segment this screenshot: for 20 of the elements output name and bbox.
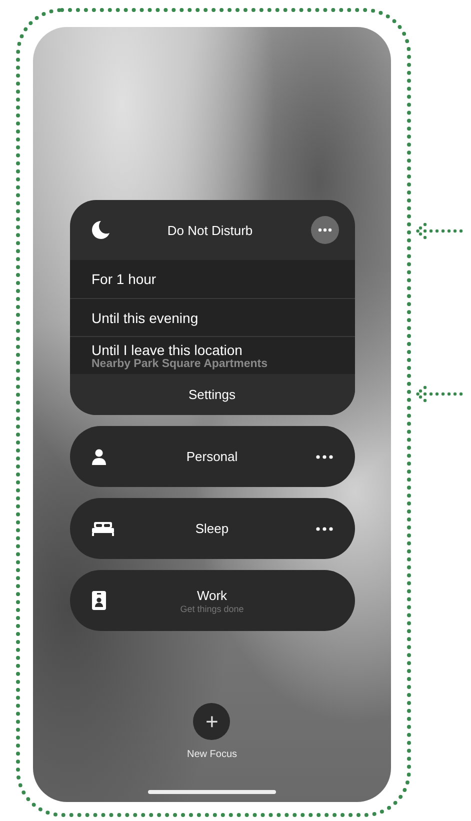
- add-button[interactable]: +: [193, 703, 230, 740]
- focus-mode-button[interactable]: Sleep: [70, 498, 354, 559]
- more-button[interactable]: [310, 216, 338, 244]
- focus-title: Do Not Disturb: [166, 222, 254, 238]
- new-focus-label: New Focus: [186, 749, 237, 760]
- focus-subtitle: Get things done: [180, 604, 244, 614]
- ellipsis-icon[interactable]: [316, 526, 332, 530]
- duration-option[interactable]: For 1 hour: [70, 260, 354, 298]
- focus-name: Work: [196, 588, 228, 602]
- badge-icon: [92, 591, 106, 610]
- focus-mode-button[interactable]: Work Get things done: [70, 570, 354, 631]
- focus-name: Sleep: [195, 521, 229, 536]
- ellipsis-icon: [318, 228, 332, 232]
- bed-icon: [92, 522, 114, 536]
- duration-option[interactable]: Until this evening: [70, 298, 354, 336]
- person-icon: [92, 448, 106, 464]
- ellipsis-icon[interactable]: [316, 454, 332, 458]
- moon-icon: [92, 220, 110, 240]
- focus-mode-button[interactable]: Personal: [70, 426, 354, 487]
- focus-name: Personal: [186, 449, 238, 464]
